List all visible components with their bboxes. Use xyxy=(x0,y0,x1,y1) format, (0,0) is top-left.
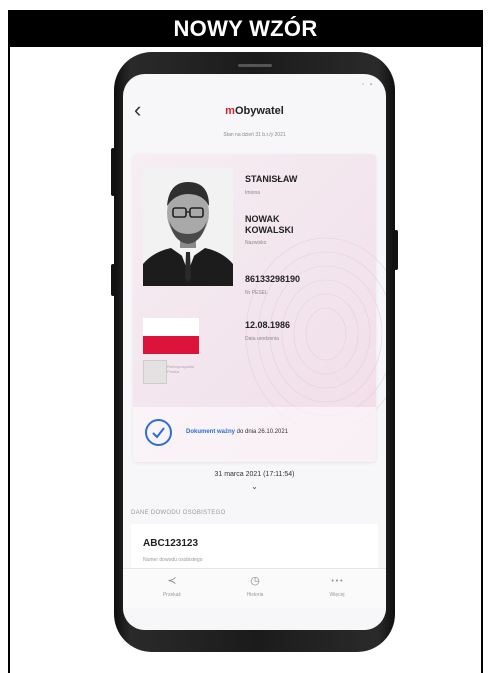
bixby-button xyxy=(111,264,115,296)
status-date: Stan na dzień 31 b.r./y 2021 xyxy=(223,132,286,138)
nav-item-more[interactable]: • • • Więcej xyxy=(307,575,367,598)
birth-date-label: Data urodzenia xyxy=(245,336,279,342)
history-icon: ◷ xyxy=(250,575,260,587)
nav-label-more: Więcej xyxy=(329,592,345,598)
last-refresh-timestamp: 31 marca 2021 (17:11:54) xyxy=(214,471,295,478)
chevron-down-icon[interactable]: ⌄ xyxy=(123,482,386,491)
section-title: DANE DOWODU OSOBISTEGO xyxy=(131,510,226,516)
check-circle-icon xyxy=(145,419,172,446)
more-icon: • • • xyxy=(331,578,343,585)
nav-label-share: Przekaż xyxy=(162,592,182,598)
document-number-label: Numer dowodu osobistego xyxy=(143,557,203,563)
polish-flag-icon xyxy=(143,318,199,354)
nav-item-share[interactable]: ≺ Przekaż xyxy=(142,575,202,598)
document-number-value: ABC123123 xyxy=(143,538,199,549)
validity-text: Dokument ważny do dnia 26.10.2021 xyxy=(186,429,288,435)
bottom-navigation: ≺ Przekaż ◷ Historia • • • Więcej xyxy=(123,568,386,609)
validity-date: do dnia 26.10.2021 xyxy=(235,429,289,435)
status-bar-icons: ▫ ▪ xyxy=(362,82,374,88)
last-name-value-1: NOWAK xyxy=(245,214,280,224)
app-title: mObywatel xyxy=(123,105,386,117)
portrait-image xyxy=(143,168,233,286)
earpiece-speaker xyxy=(238,64,272,67)
app-screen: ▫ ▪ ‹ mObywatel Stan na dzień 31 b.r./y … xyxy=(123,74,386,630)
first-name-label: Imiona xyxy=(245,190,261,196)
card-guilloche xyxy=(245,237,386,424)
last-name-value-2: KOWALSKI xyxy=(245,225,294,235)
share-icon: ≺ xyxy=(167,575,177,587)
power-button xyxy=(394,230,398,270)
banner-title: NOWY WZÓR xyxy=(8,10,483,47)
screen-bottom-area xyxy=(123,608,386,630)
validity-row: Dokument ważny do dnia 26.10.2021 xyxy=(133,407,376,462)
phone-device: ▫ ▪ ‹ mObywatel Stan na dzień 31 b.r./y … xyxy=(111,52,398,652)
pesel-value: 86133298190 xyxy=(245,274,301,284)
first-name-value: STANISŁAW xyxy=(245,174,298,184)
pesel-label: Nr PESEL xyxy=(245,290,268,296)
nav-item-history[interactable]: ◷ Historia xyxy=(225,575,285,598)
nav-label-history: Historia xyxy=(246,592,264,598)
last-name-label: Nazwisko xyxy=(245,240,267,246)
app-title-prefix: m xyxy=(225,105,235,117)
birth-date-value: 12.08.1986 xyxy=(245,320,291,330)
app-title-rest: Obywatel xyxy=(234,105,284,117)
eagle-emblem-icon xyxy=(143,360,167,384)
id-card: Rzeczpospolita Polska STANISŁAW Imiona N… xyxy=(133,154,386,462)
emblem-caption: Rzeczpospolita Polska xyxy=(167,364,195,374)
portrait-photo xyxy=(143,168,233,286)
validity-link[interactable]: Dokument ważny xyxy=(186,429,235,435)
volume-button xyxy=(111,148,115,196)
